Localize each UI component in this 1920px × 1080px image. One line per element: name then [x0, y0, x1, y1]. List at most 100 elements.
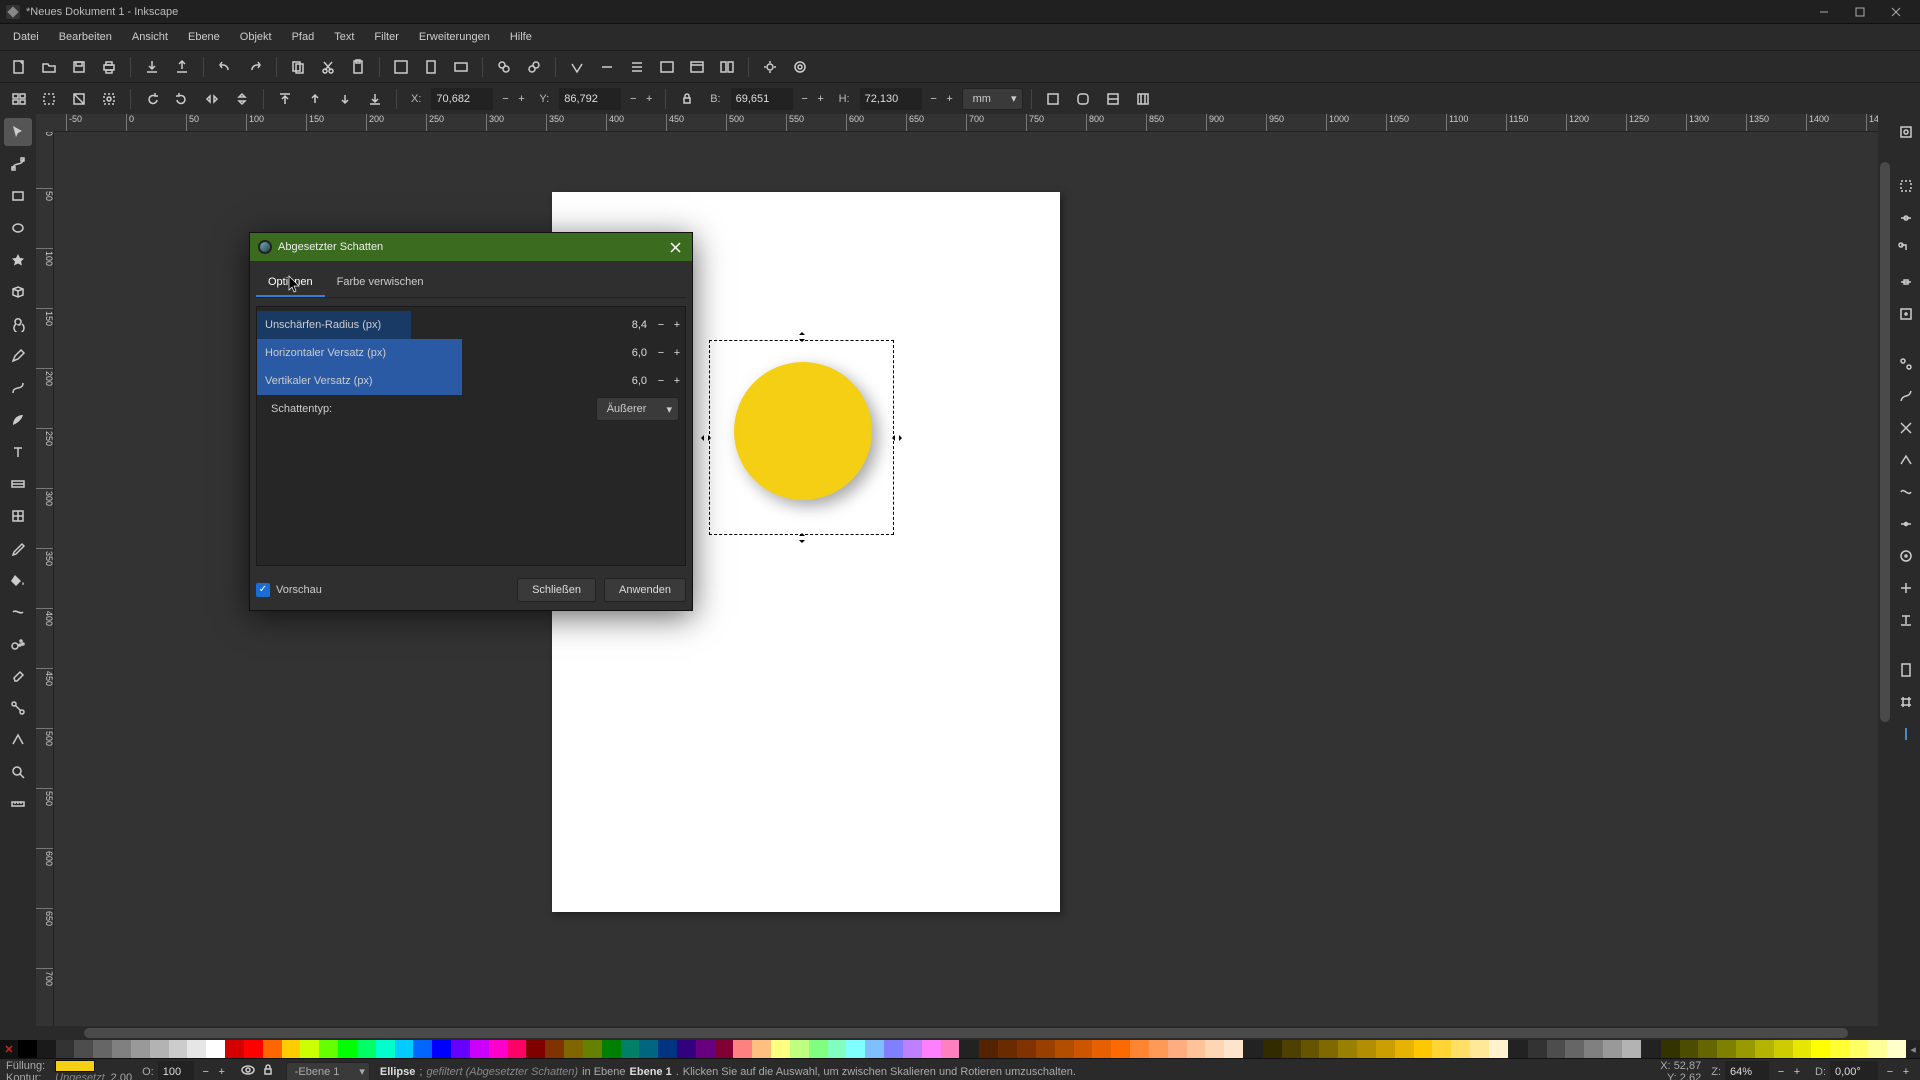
layer-select[interactable]: -Ebene 1▾	[286, 1062, 370, 1080]
ungroup-button[interactable]	[594, 54, 620, 80]
fill-swatch[interactable]	[55, 1060, 95, 1072]
window-maximize-button[interactable]	[1842, 1, 1878, 23]
color-swatch[interactable]	[1432, 1040, 1451, 1058]
color-swatch[interactable]	[432, 1040, 451, 1058]
menu-erweiterungen[interactable]: Erweiterungen	[410, 28, 499, 46]
color-swatch[interactable]	[696, 1040, 715, 1058]
color-swatch[interactable]	[37, 1040, 56, 1058]
shadow-type-select[interactable]: Äußerer▾	[596, 397, 679, 421]
snap-center[interactable]	[1892, 300, 1920, 328]
mesh-tool[interactable]	[4, 502, 32, 530]
color-swatch[interactable]	[828, 1040, 847, 1058]
scrollbar-v-thumb[interactable]	[1880, 162, 1890, 722]
color-swatch[interactable]	[225, 1040, 244, 1058]
menu-datei[interactable]: Datei	[4, 28, 48, 46]
color-swatch[interactable]	[621, 1040, 640, 1058]
menu-ebene[interactable]: Ebene	[179, 28, 229, 46]
color-swatch[interactable]	[300, 1040, 319, 1058]
color-swatch[interactable]	[451, 1040, 470, 1058]
dialog-row[interactable]: Horizontaler Versatz (px)6,0−+	[257, 339, 685, 367]
color-swatch[interactable]	[1357, 1040, 1376, 1058]
menu-filter[interactable]: Filter	[365, 28, 407, 46]
clone-button[interactable]	[521, 54, 547, 80]
window-minimize-button[interactable]	[1806, 1, 1842, 23]
scale-corners-button[interactable]	[1070, 86, 1096, 112]
dialog-close-button[interactable]	[666, 238, 684, 256]
docprops-button[interactable]	[684, 54, 710, 80]
scrollbar-h-thumb[interactable]	[84, 1028, 1848, 1038]
color-swatch[interactable]	[508, 1040, 527, 1058]
color-swatch[interactable]	[1017, 1040, 1036, 1058]
rotate-cw-button[interactable]	[169, 86, 195, 112]
scale-handle-sw[interactable]	[702, 530, 714, 542]
unit-select[interactable]: mm▾	[962, 88, 1024, 110]
lower-bottom-button[interactable]	[362, 86, 388, 112]
import-button[interactable]	[139, 54, 165, 80]
color-swatch[interactable]	[1698, 1040, 1717, 1058]
dialog-row-decrease[interactable]: −	[653, 347, 669, 359]
measure-tool[interactable]	[4, 790, 32, 818]
color-swatch[interactable]	[131, 1040, 150, 1058]
color-swatch[interactable]	[357, 1040, 376, 1058]
color-swatch[interactable]	[1092, 1040, 1111, 1058]
color-swatch[interactable]	[941, 1040, 960, 1058]
raise-top-button[interactable]	[272, 86, 298, 112]
color-swatch[interactable]	[998, 1040, 1017, 1058]
menu-bearbeiten[interactable]: Bearbeiten	[50, 28, 121, 46]
color-swatch[interactable]	[602, 1040, 621, 1058]
bucket-tool[interactable]	[4, 566, 32, 594]
redo-button[interactable]	[242, 54, 268, 80]
h-increase-button[interactable]: +	[942, 88, 958, 110]
snap-smooth[interactable]	[1892, 478, 1920, 506]
color-swatch[interactable]	[658, 1040, 677, 1058]
dialog-row[interactable]: Vertikaler Versatz (px)6,0−+	[257, 367, 685, 395]
color-swatch[interactable]	[903, 1040, 922, 1058]
w-input[interactable]	[731, 88, 793, 110]
spiral-tool[interactable]	[4, 310, 32, 338]
eraser-tool[interactable]	[4, 662, 32, 690]
y-increase-button[interactable]: +	[641, 88, 657, 110]
scale-handle-se[interactable]	[889, 530, 901, 542]
open-button[interactable]	[36, 54, 62, 80]
dialog-apply-btn[interactable]: Anwenden	[604, 578, 686, 602]
color-swatch[interactable]	[922, 1040, 941, 1058]
color-swatch[interactable]	[489, 1040, 508, 1058]
lower-button[interactable]	[332, 86, 358, 112]
color-swatch[interactable]	[1680, 1040, 1699, 1058]
dialog-row-increase[interactable]: +	[669, 375, 685, 387]
save-button[interactable]	[66, 54, 92, 80]
dialog-row-decrease[interactable]: −	[653, 375, 669, 387]
color-swatch[interactable]	[150, 1040, 169, 1058]
color-swatch[interactable]	[1547, 1040, 1566, 1058]
rotation-increase[interactable]: +	[1898, 1061, 1914, 1080]
color-swatch[interactable]	[56, 1040, 75, 1058]
color-swatch[interactable]	[1282, 1040, 1301, 1058]
color-palette[interactable]: ✕ ◂	[0, 1040, 1920, 1058]
scale-handle-s[interactable]	[796, 532, 808, 544]
color-swatch[interactable]	[1149, 1040, 1168, 1058]
color-swatch[interactable]	[884, 1040, 903, 1058]
text-tool[interactable]	[4, 438, 32, 466]
pencil-tool[interactable]	[4, 342, 32, 370]
dropper-tool[interactable]	[4, 534, 32, 562]
lock-ratio-button[interactable]	[674, 86, 700, 112]
color-swatch[interactable]	[1584, 1040, 1603, 1058]
color-swatch[interactable]	[413, 1040, 432, 1058]
snap-cusp[interactable]	[1892, 446, 1920, 474]
color-swatch[interactable]	[244, 1040, 263, 1058]
color-swatch[interactable]	[639, 1040, 658, 1058]
color-swatch[interactable]	[1661, 1040, 1680, 1058]
color-swatch[interactable]	[1036, 1040, 1055, 1058]
color-swatch[interactable]	[1395, 1040, 1414, 1058]
selector-tool[interactable]	[4, 118, 32, 146]
cut-button[interactable]	[315, 54, 341, 80]
snap-edge[interactable]	[1892, 204, 1920, 232]
dialog-close-btn[interactable]: Schließen	[517, 578, 596, 602]
color-swatch[interactable]	[338, 1040, 357, 1058]
selectors-button[interactable]	[714, 54, 740, 80]
deselect-button[interactable]	[66, 86, 92, 112]
color-swatch[interactable]	[1187, 1040, 1206, 1058]
color-swatch[interactable]	[1263, 1040, 1282, 1058]
snap-edge-mid[interactable]	[1892, 268, 1920, 296]
color-swatch[interactable]	[93, 1040, 112, 1058]
